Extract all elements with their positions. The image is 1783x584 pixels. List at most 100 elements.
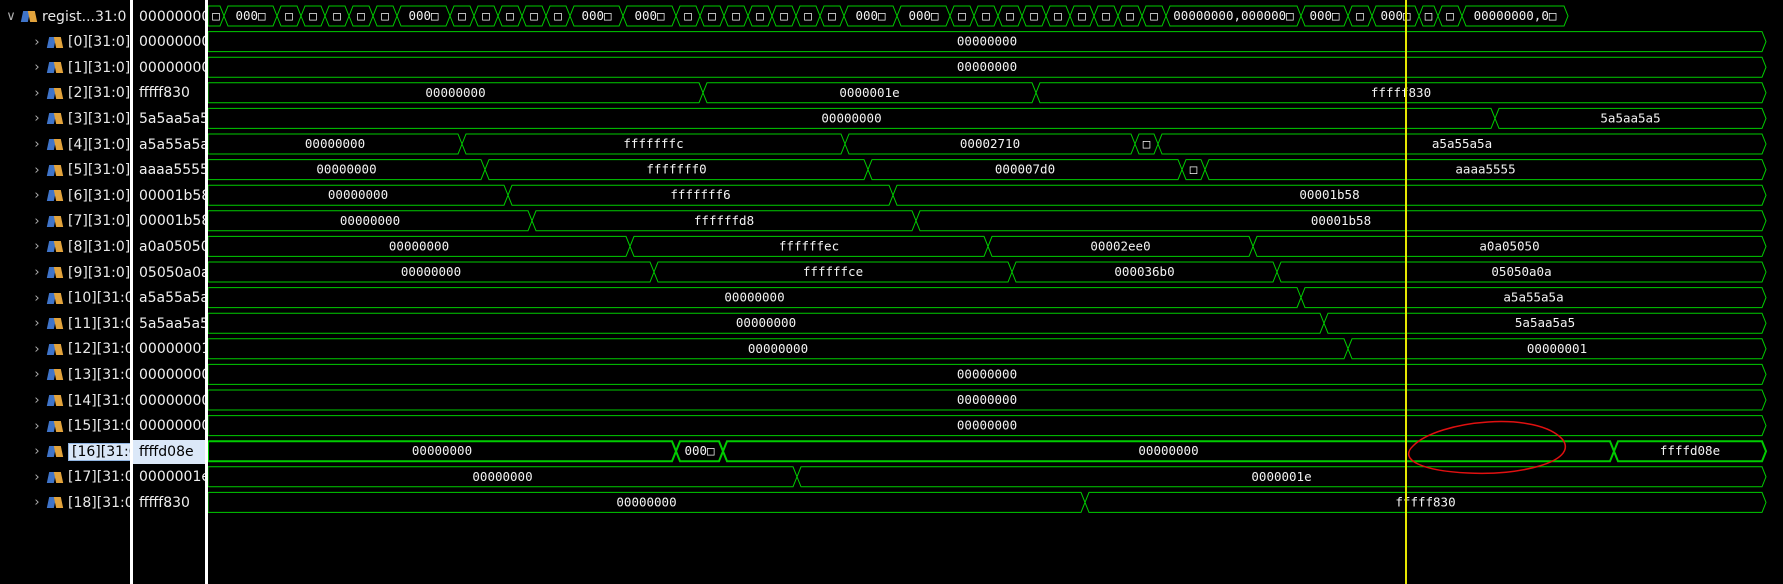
bus-value-label: □	[212, 8, 220, 23]
waveform-row[interactable]: 00000000 00000001	[208, 338, 1767, 360]
signal-name: [14][31:0]	[68, 392, 140, 409]
bus-value-label: 05050a0a	[1491, 264, 1551, 279]
waveform-row[interactable]: 00000000 a5a55a5a	[208, 287, 1767, 309]
waveform-row[interactable]: 00000000 ffffffd8 00001b58	[208, 210, 1767, 232]
bus-value-label: ffffffce	[803, 264, 863, 279]
chevron-right-icon[interactable]: ›	[30, 342, 44, 357]
bus-value-label: 0000001e	[1251, 469, 1311, 484]
signal-value: a5a55a5a	[139, 136, 205, 153]
signal-name: [10][31:0]	[68, 290, 140, 307]
bus-value-label: 000□	[908, 8, 939, 23]
bus-value-label: 00002710	[960, 136, 1020, 151]
chevron-right-icon[interactable]: ›	[30, 367, 44, 382]
chevron-right-icon[interactable]: ›	[30, 35, 44, 50]
signal-name: [1][31:0]	[68, 59, 131, 76]
signal-name: [2][31:0]	[68, 85, 131, 102]
bus-signal-icon	[48, 240, 63, 253]
waveform-row[interactable]: 00000000 fffffff0 000007d0 □ aaaa5555	[208, 159, 1767, 181]
waveform-row[interactable]: 00000000 ffffffce 000036b0 05050a0a	[208, 261, 1767, 283]
chevron-right-icon[interactable]: ›	[30, 137, 44, 152]
bus-value-label: ffffd08e	[1660, 443, 1720, 458]
bus-value-label: 00000001	[1527, 341, 1587, 356]
chevron-down-icon[interactable]: ∨	[4, 9, 18, 24]
bus-value-label: □	[1150, 8, 1158, 23]
bus-value-label: 00000000	[472, 469, 532, 484]
chevron-right-icon[interactable]: ›	[30, 214, 44, 229]
signal-value: 00000000	[139, 418, 205, 435]
bus-signal-icon	[48, 36, 63, 49]
bus-value-label: □	[1425, 8, 1433, 23]
chevron-right-icon[interactable]: ›	[30, 265, 44, 280]
chevron-right-icon[interactable]: ›	[30, 495, 44, 510]
waveform-row[interactable]: 00000000 fffffff6 00001b58	[208, 184, 1767, 206]
bus-value-label: 00000000	[736, 315, 796, 330]
chevron-right-icon[interactable]: ›	[30, 111, 44, 126]
bus-signal-icon	[48, 445, 63, 458]
waveform-row[interactable]: 00000000 5a5aa5a5	[208, 107, 1767, 129]
bus-value-label: □	[357, 8, 365, 23]
bus-value-label: 0000001e	[839, 85, 899, 100]
bus-value-label: 00000000	[340, 213, 400, 228]
waveform-row[interactable]: 00000000 0000001e fffff830	[208, 82, 1767, 104]
bus-value-label: 00000000	[401, 264, 461, 279]
waveform-row[interactable]: 00000000	[208, 56, 1767, 78]
chevron-right-icon[interactable]: ›	[30, 470, 44, 485]
chevron-right-icon[interactable]: ›	[30, 239, 44, 254]
bus-value-label: □	[1030, 8, 1038, 23]
signal-value: 00000000	[139, 8, 205, 25]
signal-row-name[interactable]: › [18][31:0]	[30, 488, 139, 517]
waveform-row[interactable]: □ 000□ □ □ □ □ □ 000□ □ □ □ □ □ 000□ 000□ □ □ □ □ □ □ □ 000□ 00…	[208, 5, 1569, 27]
bus-value-label: a5a55a5a	[1503, 290, 1563, 305]
signal-name: [17][31:0]	[68, 469, 140, 486]
waveform-row[interactable]: 00000000 000□ 00000000 ffffd08e	[208, 440, 1768, 463]
bus-value-label: aaaa5555	[1455, 162, 1515, 177]
bus-value-label: 00000000	[724, 290, 784, 305]
chevron-right-icon[interactable]: ›	[30, 188, 44, 203]
waveform-row[interactable]: 00000000	[208, 363, 1767, 385]
bus-value-label: 00000000	[957, 34, 1017, 49]
signal-name: [13][31:0]	[68, 366, 140, 383]
chevron-right-icon[interactable]: ›	[30, 60, 44, 75]
chevron-right-icon[interactable]: ›	[30, 393, 44, 408]
chevron-right-icon[interactable]: ›	[30, 444, 44, 459]
bus-signal-icon	[48, 112, 63, 125]
signal-name: [7][31:0]	[68, 213, 131, 230]
bus-signal-icon	[48, 317, 63, 330]
waveform-row[interactable]: 00000000 fffff830	[208, 491, 1767, 513]
bus-value-label: 000□	[684, 443, 715, 458]
bus-value-label: a0a05050	[1479, 238, 1539, 253]
signal-value-cell[interactable]: fffff830	[133, 488, 190, 517]
signal-value: 00001b58	[139, 213, 205, 230]
annotation-circle	[1407, 420, 1566, 475]
bus-signal-icon	[48, 368, 63, 381]
waveform-row[interactable]: 00000000 5a5aa5a5	[208, 312, 1767, 334]
chevron-right-icon[interactable]: ›	[30, 419, 44, 434]
signal-name: [8][31:0]	[68, 238, 131, 255]
waveform-row[interactable]: 00000000 ffffffec 00002ee0 a0a05050	[208, 235, 1767, 257]
bus-value-label: 00000000,000000□	[1173, 8, 1294, 23]
signal-name: [3][31:0]	[68, 110, 131, 127]
waveform-row[interactable]: 00000000 0000001e	[208, 466, 1767, 488]
bus-signal-icon	[48, 471, 63, 484]
bus-value-label: 00000000	[412, 443, 472, 458]
waveform-row[interactable]: 00000000	[208, 31, 1767, 53]
signal-value: a0a05050	[139, 238, 205, 255]
bus-value-label: fffffffc	[623, 136, 683, 151]
waveform-row[interactable]: 00000000	[208, 415, 1767, 437]
chevron-right-icon[interactable]: ›	[30, 163, 44, 178]
bus-value-label: 000□	[634, 8, 665, 23]
chevron-right-icon[interactable]: ›	[30, 316, 44, 331]
bus-value-label: 00001b58	[1299, 187, 1359, 202]
chevron-right-icon[interactable]: ›	[30, 86, 44, 101]
chevron-right-icon[interactable]: ›	[30, 291, 44, 306]
waveform-canvas[interactable]: □ 000□ □ □ □ □ □ 000□ □ □ □ □ □ 000□ 000□ □ □ □ □ □ □ □ 000□ 00…	[208, 0, 1783, 584]
waveform-row[interactable]: 00000000	[208, 389, 1767, 411]
bus-value-label: fffff830	[1395, 494, 1455, 509]
bus-value-label: 000007d0	[995, 162, 1055, 177]
bus-value-label: □	[482, 8, 490, 23]
bus-value-label: 00000000	[957, 59, 1017, 74]
bus-value-label: 00000000	[748, 341, 808, 356]
bus-signal-icon	[48, 266, 63, 279]
bus-value-label: 00000000	[1138, 443, 1198, 458]
waveform-row[interactable]: 00000000 fffffffc 00002710 □ a5a55a5a	[208, 133, 1767, 155]
